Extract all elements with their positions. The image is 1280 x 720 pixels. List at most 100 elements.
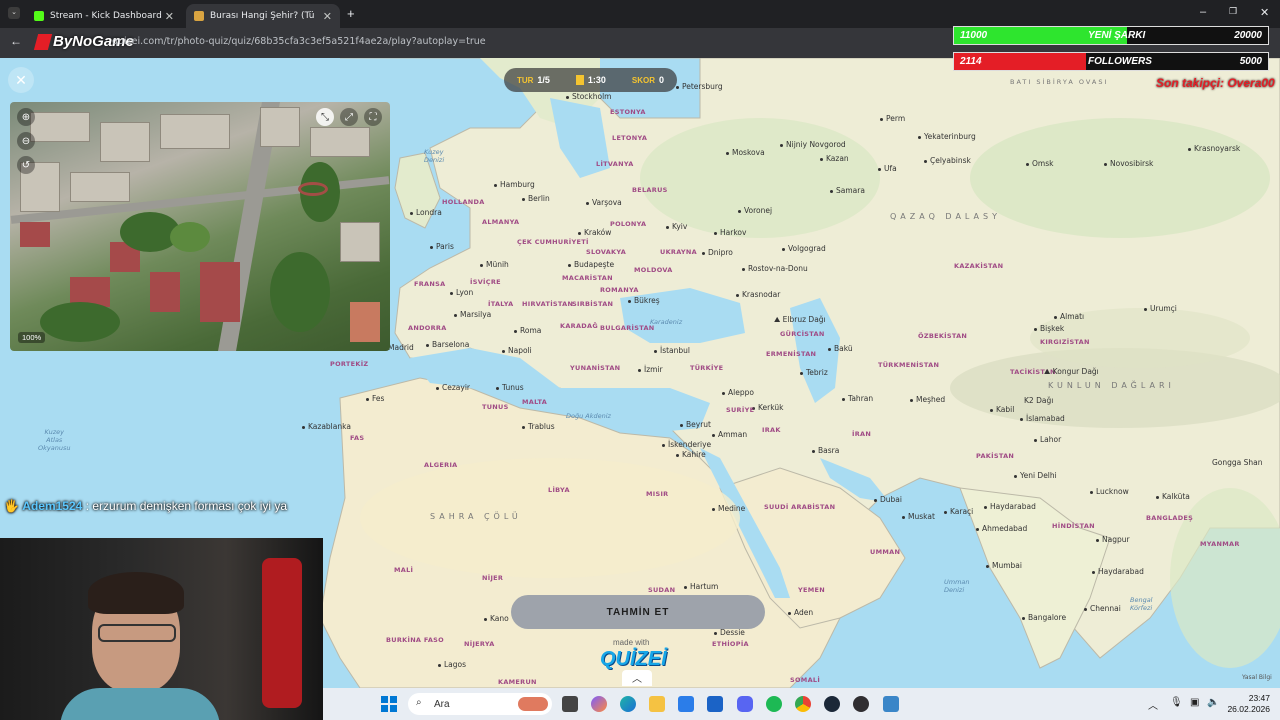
taskbar-search-input[interactable]: ⌕ Ara [408,693,552,715]
webcam-overlay [0,538,323,720]
map-label-city: Yekaterinburg [918,132,976,141]
new-tab-button[interactable]: + [347,6,355,21]
chat-username: Adem1524 [22,499,83,513]
close-quiz-button[interactable]: ✕ [8,67,34,93]
bynogame-logo-mark-icon [33,34,53,51]
map-label-city: Aden [788,608,813,617]
map-label-sea: Kuzey Denizi [424,148,445,164]
map-label-city: Budapeşte [568,260,614,269]
close-tab-icon[interactable]: ✕ [323,10,332,23]
url-input[interactable]: quizei.com/tr/photo-quiz/quiz/68b35cfa3c… [112,36,486,47]
obs-icon[interactable] [853,696,869,712]
map-label-country: MISIR [646,490,669,498]
timer-icon [575,75,584,86]
tab-quiz[interactable]: Burası Hangi Şehir? (Türkiye) - Q ✕ [186,4,340,28]
minimize-icon[interactable]: – [1200,6,1206,18]
map-label-city: Almatı [1054,312,1084,321]
map-label-city: Lahor [1034,435,1061,444]
map-label-country: NİJERYA [464,640,495,648]
map-label-country: SLOVAKYA [586,248,627,256]
map-label-city: Berlin [522,194,550,203]
zoom-out-icon[interactable]: ⊖ [17,132,35,150]
fullscreen-icon[interactable]: ⛶ [364,108,382,126]
quiz-photo[interactable]: ⊕ ⊖ ↺ ⤡ ⤢ ⛶ 100% [10,102,390,351]
map-label-country: KARADAĞ [560,322,598,330]
start-tile [390,705,397,712]
expand-icon[interactable]: ⤢ [340,108,358,126]
volume-icon[interactable]: 🔈 [1207,697,1219,708]
chat-message: 🖐 Adem1524 : erzurum demişken forması ço… [4,496,324,517]
map-label-city: Münih [480,260,509,269]
map-label-city: Krasnodar [736,290,780,299]
restore-icon[interactable]: ❐ [1229,6,1237,17]
edge-icon[interactable] [620,696,636,712]
zoom-in-icon[interactable]: ⊕ [17,108,35,126]
map-label-country: TÜRKMENİSTAN [878,361,940,369]
map-label-city: Marsilya [454,310,491,319]
store-icon[interactable] [678,696,694,712]
map-label-city: Trablus [522,422,555,431]
map-label-landmark: ⛰ Kongur Dağı [1044,367,1099,376]
taskbar-clock[interactable]: 23:47 26.02.2026 [1226,693,1270,715]
microphone-icon[interactable]: 🎙 [1170,697,1183,708]
map-label-country: NİJER [482,574,504,582]
close-window-icon[interactable]: ✕ [1260,6,1269,19]
tab-kick-dashboard[interactable]: Stream - Kick Dashboard ✕ [26,4,182,28]
map-label-country: BULGARİSTAN [600,324,655,332]
shrink-icon[interactable]: ⤡ [316,108,334,126]
followers-current: 2114 [960,56,982,67]
app-icon[interactable] [883,696,899,712]
search-highlight-icon [518,697,548,711]
reset-zoom-icon[interactable]: ↺ [17,156,35,174]
mail-icon[interactable] [707,696,723,712]
photo-roof [150,272,180,312]
map-label-country: PAKİSTAN [976,452,1015,460]
map-label-city: Ahmedabad [976,524,1027,533]
discord-icon[interactable] [737,696,753,712]
guess-button[interactable]: TAHMİN ET [511,595,765,629]
map-label-country: IRAK [762,426,781,434]
chrome-icon[interactable] [795,696,811,712]
clock-date: 26.02.2026 [1227,704,1270,714]
search-icon: ⌕ [416,697,422,708]
map-label-country: LİTVANYA [596,160,634,168]
steam-icon[interactable] [824,696,840,712]
score-indicator: SKOR 0 [632,75,664,85]
map-label-city: Kahire [676,450,706,459]
map-label-country: KIRGIZİSTAN [1040,338,1090,346]
map-label-city: Kerkük [752,403,783,412]
network-icon[interactable]: ▣ [1190,697,1199,708]
made-with-label: made with [613,638,650,647]
task-view-icon[interactable] [562,696,578,712]
map-label-city: Tunus [496,383,524,392]
map-label-city: Haydarabad [1092,567,1144,576]
photo-building [310,127,370,157]
song-goal-target: 20000 [1234,30,1262,41]
collapse-panel-button[interactable]: ︿ [622,670,652,686]
map-label-country: HİNDİSTAN [1052,522,1095,530]
tab-list-dropdown-icon[interactable]: ⌄ [8,7,20,19]
back-arrow-icon[interactable]: ← [10,34,22,48]
map-label-city: Yeni Delhi [1014,471,1057,480]
tray-chevron-icon[interactable]: ︿ [1148,697,1158,712]
map-label-city: Kraków [578,228,611,237]
map-label-country: KAMERUN [498,678,537,686]
map-label-city: Stockholm [566,92,612,101]
map-attribution[interactable]: Yasal Bilgi [1242,674,1272,681]
map-label-city: Fes [366,394,384,403]
map-label-city: Lucknow [1090,487,1129,496]
copilot-icon[interactable] [591,696,607,712]
map-label-city: Rostov-na-Donu [742,264,808,273]
map-label-city: Tebriz [800,368,828,377]
map-label-city: Karaçi [944,507,973,516]
windows-start-icon[interactable] [381,696,397,712]
zoom-level: 100% [18,332,46,343]
close-tab-icon[interactable]: ✕ [165,10,174,23]
map-label-city: Voronej [738,206,772,215]
photo-building [100,122,150,162]
map-label-country: SUUDİ ARABİSTAN [764,503,836,511]
spotify-icon[interactable] [766,696,782,712]
map-label-country: MOLDOVA [634,266,673,274]
quizei-logo[interactable]: QUİZEİ [600,648,667,671]
file-explorer-icon[interactable] [649,696,665,712]
